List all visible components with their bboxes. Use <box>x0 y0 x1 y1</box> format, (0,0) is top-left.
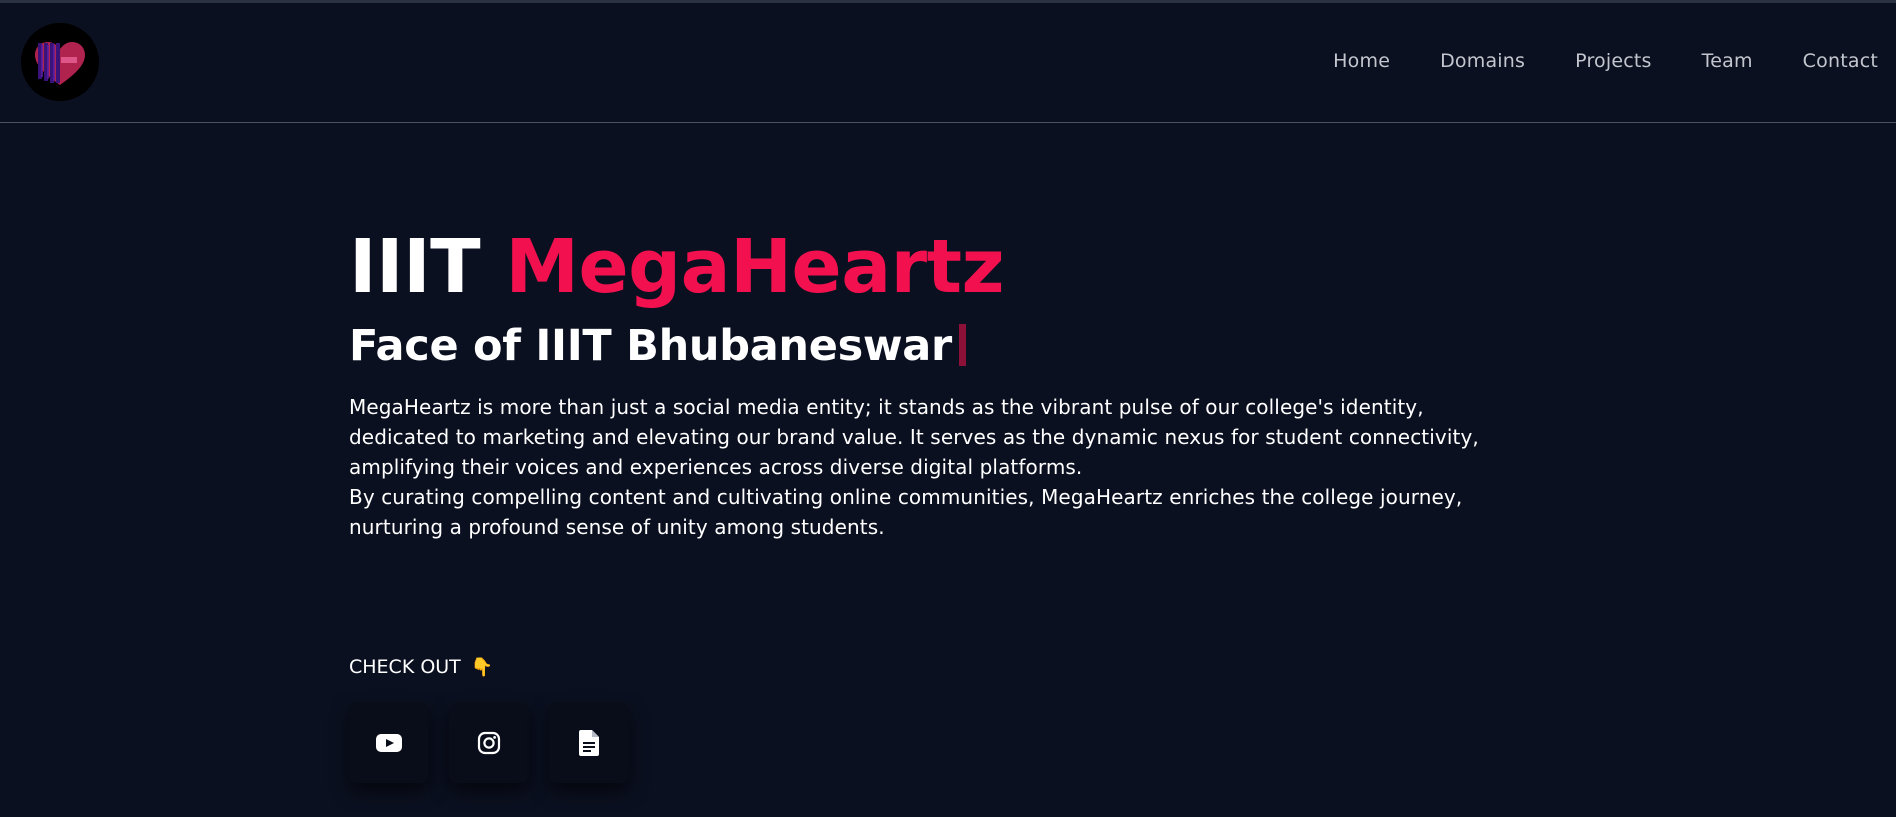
nav-menu: Home Domains Projects Team Contact <box>1283 50 1878 72</box>
hero-title: IIIT MegaHeartz <box>349 224 1529 310</box>
nav-domains[interactable]: Domains <box>1440 50 1525 72</box>
hero-subtitle: Face of IIIT Bhubaneswar <box>349 318 1529 374</box>
logo[interactable] <box>21 23 99 101</box>
title-prefix: IIIT <box>349 224 481 310</box>
nav-contact[interactable]: Contact <box>1803 50 1878 72</box>
description-paragraph-1: MegaHeartz is more than just a social me… <box>349 395 1479 479</box>
youtube-icon <box>376 734 402 752</box>
navbar: Home Domains Projects Team Contact <box>0 3 1896 123</box>
document-icon <box>579 730 599 756</box>
description-paragraph-2: By curating compelling content and culti… <box>349 485 1463 539</box>
checkout-text: CHECK OUT <box>349 656 461 678</box>
hero-section: IIIT MegaHeartz Face of IIIT Bhubaneswar… <box>349 224 1529 542</box>
hero-description: MegaHeartz is more than just a social me… <box>349 392 1529 542</box>
checkout-label: CHECK OUT 👇 <box>349 656 493 678</box>
nav-team[interactable]: Team <box>1702 50 1753 72</box>
title-brand: MegaHeartz <box>505 224 1005 310</box>
document-button[interactable] <box>549 703 629 783</box>
pointing-down-icon: 👇 <box>470 656 494 678</box>
typing-cursor <box>958 324 966 366</box>
logo-heart-icon <box>21 23 99 101</box>
nav-projects[interactable]: Projects <box>1575 50 1652 72</box>
subtitle-text: Face of IIIT Bhubaneswar <box>349 321 952 371</box>
instagram-icon <box>477 731 501 755</box>
youtube-button[interactable] <box>349 703 429 783</box>
nav-home[interactable]: Home <box>1333 50 1390 72</box>
social-links <box>349 703 629 783</box>
instagram-button[interactable] <box>449 703 529 783</box>
